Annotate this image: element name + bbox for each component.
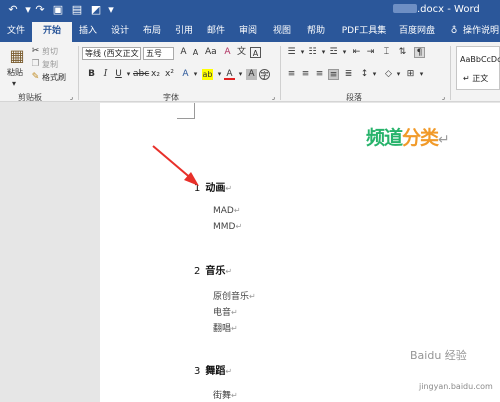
subscript-icon[interactable]: x₂ [150, 69, 161, 80]
increase-indent-icon[interactable]: ⇥ [365, 47, 376, 58]
cut-button[interactable]: 剪切 [42, 46, 58, 58]
align-right-icon[interactable]: ≡ [314, 69, 325, 80]
grow-font-icon[interactable]: A [178, 47, 189, 58]
char-shading-icon[interactable]: A [246, 69, 257, 80]
copy-button[interactable]: 复制 [42, 59, 58, 71]
text-effects-dropdown-icon[interactable]: ▾ [190, 69, 201, 80]
change-case-icon[interactable]: Aa [205, 47, 217, 58]
tab-mailings[interactable]: 邮件 [203, 22, 229, 42]
ribbon-home: ▦ 粘贴 ▾ ✂ 剪切 ❐ 复制 ✎ 格式刷 剪贴板 ⌟ 等线 (西文正文 五号… [0, 42, 500, 102]
paste-icon[interactable]: ▦ [8, 47, 26, 65]
show-formatting-icon[interactable]: ¶ [414, 47, 425, 58]
document-title: .docx - Word [393, 4, 480, 15]
borders-dropdown-icon[interactable]: ▾ [416, 69, 427, 80]
format-painter-icon[interactable]: ✎ [30, 72, 41, 83]
heading-1[interactable]: 1 动画↵ [194, 179, 232, 194]
separator [450, 46, 451, 100]
paste-dropdown-icon[interactable]: ▾ [12, 78, 16, 90]
font-family-select[interactable]: 等线 (西文正文 [82, 47, 141, 60]
channel-category-watermark: 频道分类↵ [366, 127, 450, 149]
ribbon-tabs: 文件 开始 插入 设计 布局 引用 邮件 审阅 视图 帮助 PDF工具集 百度网… [0, 22, 500, 42]
baidu-jingyan-url: jingyan.baidu.com [419, 382, 493, 391]
font-launcher-icon[interactable]: ⌟ [268, 92, 279, 103]
borders-icon[interactable]: ⊞ [405, 69, 416, 80]
shading-dropdown-icon[interactable]: ▾ [393, 69, 404, 80]
font-color-dropdown-icon[interactable]: ▾ [235, 69, 246, 80]
align-center-icon[interactable]: ≡ [300, 69, 311, 80]
chinese-layout-icon[interactable]: ⌶ [381, 47, 392, 58]
tab-pdf-tools[interactable]: PDF工具集 [337, 22, 391, 42]
format-painter-button[interactable]: 格式刷 [42, 72, 66, 84]
heading-3[interactable]: 3 舞蹈↵ [194, 362, 232, 377]
lightbulb-icon[interactable]: ♁ [448, 22, 460, 42]
tab-design[interactable]: 设计 [107, 22, 133, 42]
tab-file[interactable]: 文件 [3, 22, 29, 42]
customize-qat-icon[interactable]: ▾ [104, 3, 118, 17]
distributed-icon[interactable]: ≣ [343, 69, 354, 80]
phonetic-guide-icon[interactable]: 文 [236, 47, 247, 58]
tab-view[interactable]: 视图 [269, 22, 295, 42]
strikethrough-icon[interactable]: abc [133, 69, 149, 80]
sort-icon[interactable]: ⇅ [397, 47, 408, 58]
superscript-icon[interactable]: x² [164, 69, 175, 80]
styles-gallery[interactable]: AaBbCcDc ↵ 正文 [456, 46, 500, 90]
enclose-char-icon[interactable]: 字 [259, 69, 270, 80]
char-border-icon[interactable]: A [250, 47, 261, 58]
highlight-icon[interactable]: ab [202, 69, 213, 80]
separator [78, 46, 79, 100]
align-left-icon[interactable]: ≡ [286, 69, 297, 80]
tab-tell-me[interactable]: 操作说明 [462, 22, 500, 42]
multilevel-dropdown-icon[interactable]: ▾ [339, 47, 350, 58]
scissors-icon[interactable]: ✂ [30, 46, 41, 57]
multilevel-list-icon[interactable]: ☲ [328, 47, 339, 58]
touch-mode-icon[interactable]: ◩ [89, 3, 103, 17]
tab-review[interactable]: 审阅 [235, 22, 261, 42]
style-sample: AaBbCcDc [460, 55, 500, 64]
blurred-filename [393, 4, 417, 13]
page-corner-mark [177, 103, 195, 119]
shrink-font-icon[interactable]: A [190, 47, 201, 58]
clipboard-launcher-icon[interactable]: ⌟ [66, 92, 77, 103]
font-group-label: 字体 [163, 93, 179, 102]
style-normal[interactable]: ↵ 正文 [463, 73, 488, 84]
list-item[interactable]: 电音↵ [213, 305, 238, 318]
tab-home[interactable]: 开始 [32, 22, 72, 42]
tab-layout[interactable]: 布局 [139, 22, 165, 42]
undo-icon[interactable]: ↶ [6, 3, 20, 17]
title-bar: ↶ ▾ ↷ ▣ ▤ ◩ ▾ .docx - Word [0, 0, 500, 22]
tab-insert[interactable]: 插入 [75, 22, 101, 42]
line-spacing-dropdown-icon[interactable]: ▾ [369, 69, 380, 80]
paragraph-group-label: 段落 [346, 93, 362, 102]
redo-icon[interactable]: ↷ [33, 3, 47, 17]
list-item[interactable]: 翻唱↵ [213, 321, 238, 334]
paragraph-launcher-icon[interactable]: ⌟ [438, 92, 449, 103]
clear-format-icon[interactable]: A [222, 47, 233, 58]
bullet-mark: ↵ [463, 74, 473, 83]
font-color-icon[interactable]: A [224, 69, 235, 80]
decrease-indent-icon[interactable]: ⇤ [351, 47, 362, 58]
baidu-jingyan-watermark: Baidu 经验 [410, 349, 467, 362]
tab-help[interactable]: 帮助 [303, 22, 329, 42]
bullets-icon[interactable]: ☰ [286, 47, 297, 58]
tab-baidu-netdisk[interactable]: 百度网盘 [395, 22, 439, 42]
list-item[interactable]: 原创音乐↵ [213, 289, 256, 302]
heading-2[interactable]: 2 音乐↵ [194, 262, 232, 277]
clipboard-group-label: 剪贴板 [18, 93, 42, 102]
separator [280, 46, 281, 100]
numbering-icon[interactable]: ☷ [307, 47, 318, 58]
tab-references[interactable]: 引用 [171, 22, 197, 42]
justify-icon[interactable]: ≡ [328, 69, 339, 80]
list-item[interactable]: MAD↵ [213, 206, 241, 216]
font-size-select[interactable]: 五号 [143, 47, 174, 60]
list-item[interactable]: MMD↵ [213, 222, 242, 232]
list-item[interactable]: 街舞↵ [213, 388, 238, 401]
save-icon[interactable]: ▣ [51, 3, 65, 17]
print-preview-icon[interactable]: ▤ [70, 3, 84, 17]
copy-icon[interactable]: ❐ [30, 59, 41, 70]
italic-icon[interactable]: I [100, 69, 111, 80]
bold-icon[interactable]: B [86, 69, 97, 80]
